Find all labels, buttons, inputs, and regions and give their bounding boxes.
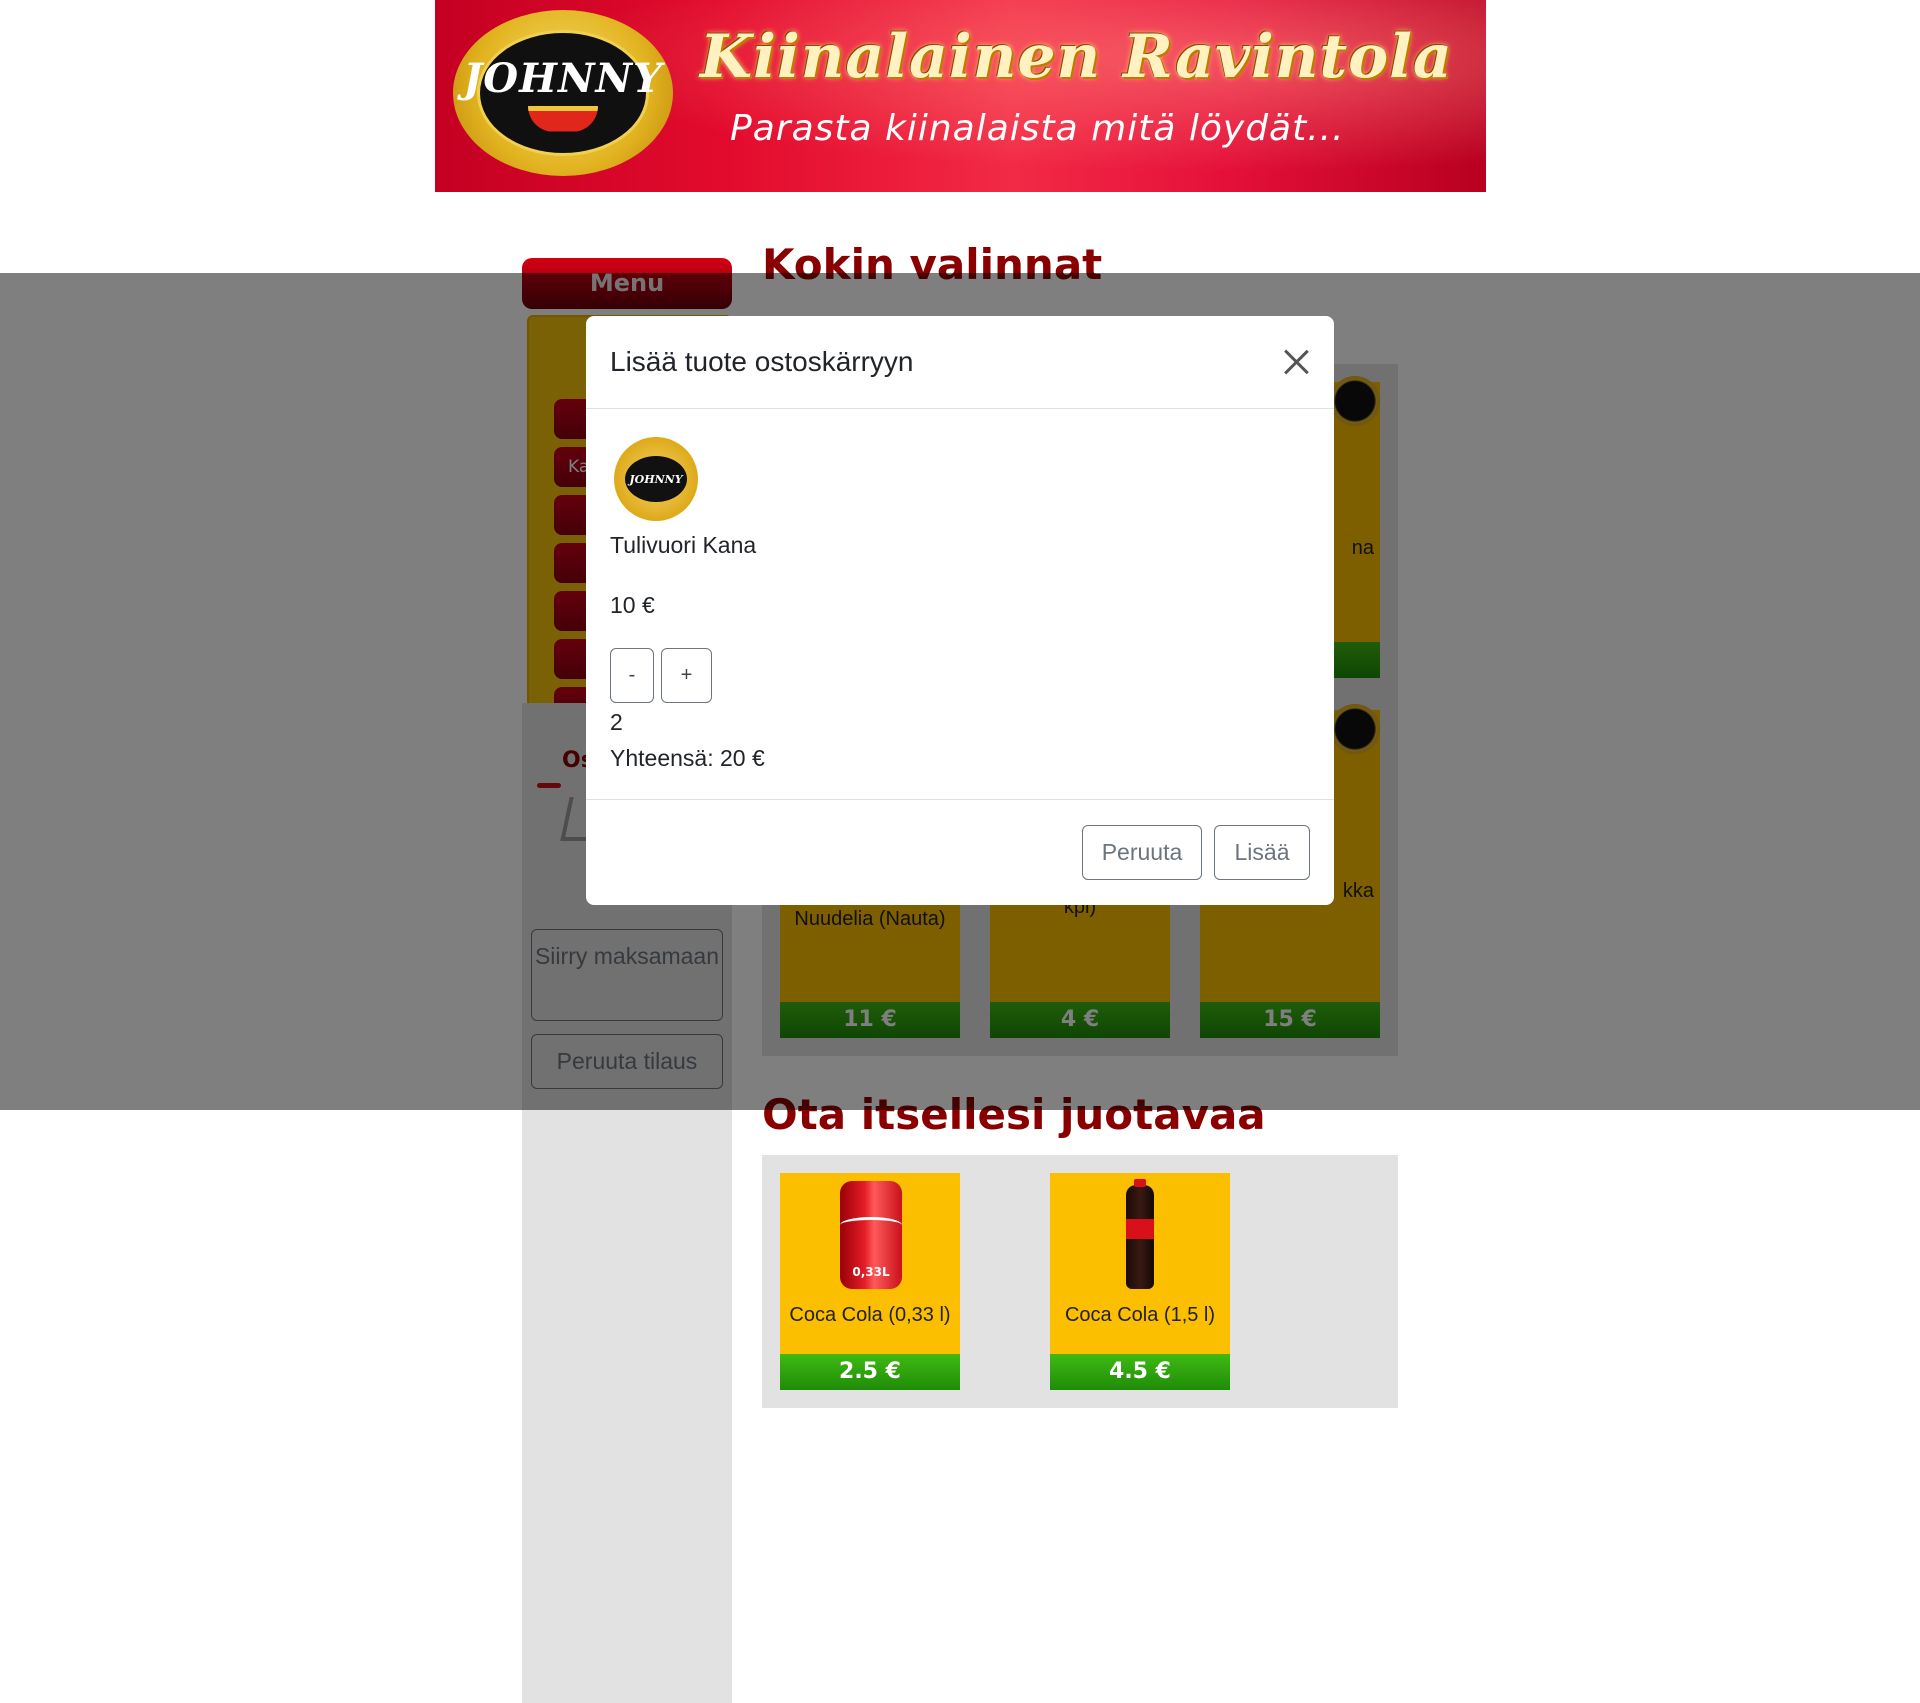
- add-button[interactable]: Lisää: [1214, 825, 1310, 880]
- header-banner: JOHNNY Kiinalainen Ravintola Parasta kii…: [435, 0, 1486, 192]
- product-card-coca-cola-bottle[interactable]: Coca Cola (1,5 l) 4.5 €: [1050, 1173, 1230, 1390]
- total-price: Yhteensä: 20 €: [610, 745, 765, 771]
- product-card-coca-cola-can[interactable]: 0,33L Coca Cola (0,33 l) 2.5 €: [780, 1173, 960, 1390]
- increase-quantity-button[interactable]: +: [661, 648, 712, 703]
- close-icon[interactable]: [1278, 344, 1314, 380]
- product-name: Coca Cola (0,33 l): [789, 1304, 951, 1326]
- product-logo-wordmark: JOHNNY: [625, 456, 687, 502]
- can-volume-label: 0,33L: [852, 1265, 890, 1279]
- modal-title: Lisää tuote ostoskärryyn: [610, 346, 914, 377]
- coca-cola-bottle-image: [1126, 1179, 1154, 1289]
- add-to-cart-modal: Lisää tuote ostoskärryyn JOHNNY Tulivuor…: [586, 316, 1334, 905]
- pot-icon: [528, 105, 598, 132]
- modal-header: Lisää tuote ostoskärryyn: [586, 316, 1334, 409]
- cancel-button[interactable]: Peruuta: [1082, 825, 1202, 880]
- banner-title: Kiinalainen Ravintola: [700, 22, 1453, 92]
- product-price: 2.5 €: [780, 1354, 960, 1390]
- drinks-grid: 0,33L Coca Cola (0,33 l) 2.5 € Coca Cola…: [762, 1155, 1398, 1408]
- restaurant-logo[interactable]: JOHNNY: [453, 10, 673, 176]
- product-logo-image: JOHNNY: [614, 437, 698, 521]
- product-price: 4.5 €: [1050, 1354, 1230, 1390]
- product-unit-price: 10 €: [610, 592, 655, 618]
- logo-inner: JOHNNY: [463, 30, 662, 156]
- banner-subtitle: Parasta kiinalaista mitä löydät...: [730, 108, 1345, 149]
- decrease-quantity-button[interactable]: -: [610, 648, 654, 703]
- product-name: Tulivuori Kana: [610, 532, 757, 558]
- product-name: Coca Cola (1,5 l): [1064, 1304, 1216, 1326]
- logo-wordmark: JOHNNY: [463, 54, 663, 102]
- quantity-value: 2: [610, 709, 623, 735]
- coca-cola-can-image: 0,33L: [840, 1181, 902, 1289]
- modal-footer: Peruuta Lisää: [586, 799, 1334, 905]
